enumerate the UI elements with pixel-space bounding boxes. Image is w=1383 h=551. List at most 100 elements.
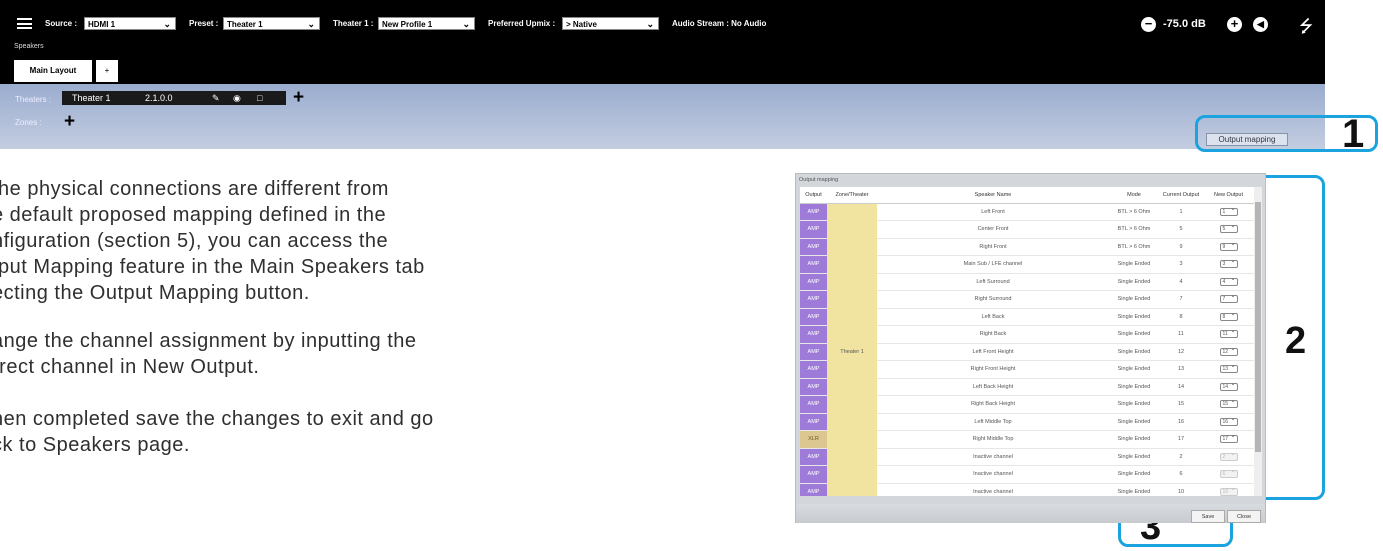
mode-cell: Single Ended xyxy=(1109,343,1159,361)
new-output-select[interactable]: 13 xyxy=(1219,363,1238,374)
save-button[interactable]: Save xyxy=(1191,510,1225,523)
new-output-select[interactable]: 1 xyxy=(1219,206,1238,216)
new-output-cell: 17 xyxy=(1203,430,1254,449)
speaker-icon[interactable]: ◀ xyxy=(1253,17,1268,32)
mode-cell: Single Ended xyxy=(1109,273,1159,291)
text-line: ck to Speakers page. xyxy=(0,434,190,456)
new-output-select[interactable]: 16 xyxy=(1219,416,1238,426)
callout-number-2: 2 xyxy=(1285,320,1307,362)
output-type-badge: AMP xyxy=(800,343,827,361)
table-row: AMP Theater 1 Left Front BTL > 6 Ohm 1 1 xyxy=(800,203,1254,496)
bolt-icon[interactable]: ⭍ xyxy=(1299,14,1313,43)
speaker-name-cell: Left Back xyxy=(877,308,1109,326)
new-output-select[interactable]: 3 xyxy=(1219,258,1238,269)
mode-cell: Single Ended xyxy=(1109,290,1159,309)
edit-icon[interactable]: ✎ xyxy=(212,91,220,105)
mode-cell: Single Ended xyxy=(1109,360,1159,379)
scrollbar[interactable] xyxy=(1254,187,1262,496)
current-output-cell: 7 xyxy=(1159,290,1203,309)
preset-value: Theater 1 xyxy=(227,20,263,29)
instruction-paragraph-1: the physical connections are different f… xyxy=(0,176,772,306)
volume-readout: -75.0 dB xyxy=(1163,18,1206,30)
speaker-name-cell: Right Front Height xyxy=(877,360,1109,379)
output-type-badge: AMP xyxy=(800,290,827,309)
page: Source : HDMI 1 ⌄ Preset : Theater 1 ⌄ T… xyxy=(0,0,1383,551)
speaker-name-cell: Left Front xyxy=(877,203,1109,221)
upmix-value: > Native xyxy=(566,20,597,29)
theater-pill[interactable]: Theater 1 2.1.0.0 ✎ ◉ □ xyxy=(62,91,286,105)
trash-icon[interactable]: □ xyxy=(257,91,262,105)
speaker-name-cell: Left Surround xyxy=(877,273,1109,291)
output-type-badge: AMP xyxy=(800,448,827,466)
zones-label: Zones : xyxy=(15,118,42,127)
new-output-select[interactable]: 10 xyxy=(1219,486,1238,496)
output-type-badge: AMP xyxy=(800,325,827,344)
new-output-select[interactable]: 9 xyxy=(1219,241,1238,251)
minus-icon[interactable]: − xyxy=(1141,17,1156,32)
eye-icon[interactable]: ◉ xyxy=(233,91,241,105)
menu-icon[interactable] xyxy=(17,18,32,29)
mode-cell: Single Ended xyxy=(1109,413,1159,431)
output-type-badge: AMP xyxy=(800,395,827,414)
current-output-cell: 6 xyxy=(1159,465,1203,484)
new-output-select[interactable]: 14 xyxy=(1219,381,1238,391)
mode-cell: BTL > 6 Ohm xyxy=(1109,203,1159,221)
mapping-table-container: Output Zone/Theater Speaker Name Mode Cu… xyxy=(800,187,1254,496)
current-output-cell: 5 xyxy=(1159,220,1203,239)
chevron-down-icon: ⌄ xyxy=(646,19,654,29)
new-output-select[interactable]: 5 xyxy=(1219,223,1238,234)
theater-version: 2.1.0.0 xyxy=(145,93,173,103)
close-button[interactable]: Close xyxy=(1227,510,1261,523)
output-type-badge: AMP xyxy=(800,220,827,239)
preset-select[interactable]: Theater 1 ⌄ xyxy=(223,17,320,30)
new-output-cell: 2 xyxy=(1203,448,1254,466)
output-type-badge: AMP xyxy=(800,378,827,396)
current-output-cell: 16 xyxy=(1159,413,1203,431)
new-output-select[interactable]: 17 xyxy=(1219,433,1238,444)
mode-cell: Single Ended xyxy=(1109,448,1159,466)
scrollbar-thumb[interactable] xyxy=(1255,202,1261,452)
text-line: the physical connections are different f… xyxy=(0,178,389,200)
current-output-cell: 13 xyxy=(1159,360,1203,379)
header-current-output: Current Output xyxy=(1159,187,1203,204)
theaters-label: Theaters : xyxy=(15,95,52,104)
new-output-cell: 14 xyxy=(1203,378,1254,396)
new-output-select[interactable]: 8 xyxy=(1219,311,1238,321)
current-output-cell: 2 xyxy=(1159,448,1203,466)
speaker-name-cell: Left Front Height xyxy=(877,343,1109,361)
mode-cell: BTL > 6 Ohm xyxy=(1109,220,1159,239)
zone-cell: Theater 1 xyxy=(827,203,877,496)
source-select[interactable]: HDMI 1 ⌄ xyxy=(84,17,176,30)
new-output-select[interactable]: 12 xyxy=(1219,346,1238,356)
plus-icon[interactable]: + xyxy=(1227,17,1242,32)
output-type-badge: AMP xyxy=(800,360,827,379)
new-output-cell: 7 xyxy=(1203,290,1254,309)
new-output-select[interactable]: 6 xyxy=(1219,468,1238,479)
new-output-select[interactable]: 15 xyxy=(1219,398,1238,409)
mapping-table: Output Zone/Theater Speaker Name Mode Cu… xyxy=(800,187,1254,496)
current-output-cell: 4 xyxy=(1159,273,1203,291)
upmix-select[interactable]: > Native ⌄ xyxy=(562,17,659,30)
speaker-name-cell: Right Back xyxy=(877,325,1109,344)
add-theater-icon[interactable]: + xyxy=(293,88,304,107)
theater-label: Theater 1 : xyxy=(333,19,374,28)
tab-add[interactable]: + xyxy=(96,60,118,82)
new-output-cell: 13 xyxy=(1203,360,1254,379)
tab-main-layout[interactable]: Main Layout xyxy=(14,60,92,82)
speaker-name-cell: Inactive channel xyxy=(877,448,1109,466)
speaker-name-cell: Inactive channel xyxy=(877,483,1109,496)
callout-number-1: 1 xyxy=(1342,112,1365,156)
theater-profile-select[interactable]: New Profile 1 ⌄ xyxy=(378,17,475,30)
add-zone-icon[interactable]: + xyxy=(64,112,75,131)
new-output-select[interactable]: 2 xyxy=(1219,451,1238,461)
speaker-name-cell: Right Middle Top xyxy=(877,430,1109,449)
new-output-cell: 12 xyxy=(1203,343,1254,361)
new-output-cell: 4 xyxy=(1203,273,1254,291)
speaker-name-cell: Right Surround xyxy=(877,290,1109,309)
output-type-badge: AMP xyxy=(800,203,827,221)
new-output-select[interactable]: 11 xyxy=(1219,328,1238,339)
new-output-cell: 1 xyxy=(1203,203,1254,221)
speaker-name-cell: Center Front xyxy=(877,220,1109,239)
new-output-select[interactable]: 4 xyxy=(1219,276,1238,286)
new-output-select[interactable]: 7 xyxy=(1219,293,1238,304)
